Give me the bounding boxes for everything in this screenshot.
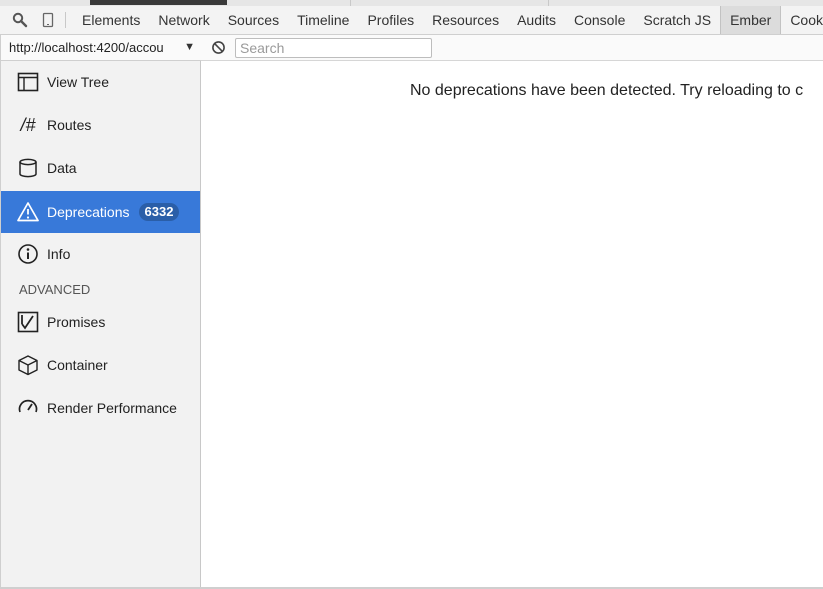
deprecations-toolbar xyxy=(201,35,823,61)
device-mode-icon[interactable] xyxy=(40,12,56,28)
deprecations-count-badge: 6332 xyxy=(138,203,180,221)
info-icon xyxy=(17,243,39,265)
sidebar-item-render-performance[interactable]: Render Performance xyxy=(1,387,200,429)
sidebar-item-label: View Tree xyxy=(47,74,109,90)
tab-console[interactable]: Console xyxy=(565,6,634,34)
toolbar-divider xyxy=(65,12,66,28)
tab-audits[interactable]: Audits xyxy=(508,6,565,34)
search-input[interactable] xyxy=(235,38,432,58)
tab-elements[interactable]: Elements xyxy=(73,6,149,34)
sidebar-item-label: Render Performance xyxy=(47,400,177,416)
tab-profiles[interactable]: Profiles xyxy=(358,6,423,34)
tab-resources[interactable]: Resources xyxy=(423,6,508,34)
sidebar-item-deprecations[interactable]: Deprecations 6332 xyxy=(1,191,200,233)
container-cube-icon xyxy=(17,354,39,376)
sidebar-item-data[interactable]: Data xyxy=(1,147,200,189)
sidebar-item-promises[interactable]: Promises xyxy=(1,301,200,343)
sidebar-item-label: Promises xyxy=(47,314,106,330)
sidebar-item-label: Routes xyxy=(47,117,92,133)
empty-state-message: No deprecations have been detected. Try … xyxy=(410,82,804,99)
browser-tab-indicator xyxy=(90,0,227,5)
ember-sidebar: http://localhost:4200/accou ▼ View Tree … xyxy=(0,35,201,589)
sidebar-item-info[interactable]: Info xyxy=(1,233,200,275)
tab-cookie[interactable]: Cookie xyxy=(781,6,823,34)
devtools-tabs: Elements Network Sources Timeline Profil… xyxy=(73,6,823,35)
routes-icon: /# xyxy=(20,114,36,135)
sidebar-item-routes[interactable]: /# Routes xyxy=(1,104,200,146)
advanced-section-heading: ADVANCED xyxy=(19,282,91,297)
data-cylinder-icon xyxy=(17,157,39,179)
sidebar-item-label: Info xyxy=(47,246,71,262)
gauge-icon xyxy=(17,397,39,419)
sidebar-item-label: Deprecations xyxy=(47,204,130,220)
sidebar-item-container[interactable]: Container xyxy=(1,344,200,386)
clear-circle-icon[interactable] xyxy=(211,40,226,55)
tab-sources[interactable]: Sources xyxy=(219,6,288,34)
search-icon[interactable] xyxy=(12,12,28,28)
tab-timeline[interactable]: Timeline xyxy=(288,6,358,34)
tab-network[interactable]: Network xyxy=(149,6,218,34)
tab-ember[interactable]: Ember xyxy=(720,6,782,34)
devtools-tab-bar: Elements Network Sources Timeline Profil… xyxy=(0,6,823,35)
view-tree-icon xyxy=(17,71,39,93)
promises-icon xyxy=(17,311,39,333)
sidebar-item-view-tree[interactable]: View Tree xyxy=(1,61,200,103)
tab-scratch-js[interactable]: Scratch JS xyxy=(634,6,720,34)
sidebar-item-label: Data xyxy=(47,160,77,176)
app-url-value: http://localhost:4200/accou xyxy=(9,40,164,55)
chevron-down-icon: ▼ xyxy=(184,41,195,53)
deprecations-panel xyxy=(201,61,823,589)
app-url-select[interactable]: http://localhost:4200/accou ▼ xyxy=(1,35,201,61)
sidebar-item-label: Container xyxy=(47,357,108,373)
warning-triangle-icon xyxy=(17,201,39,223)
